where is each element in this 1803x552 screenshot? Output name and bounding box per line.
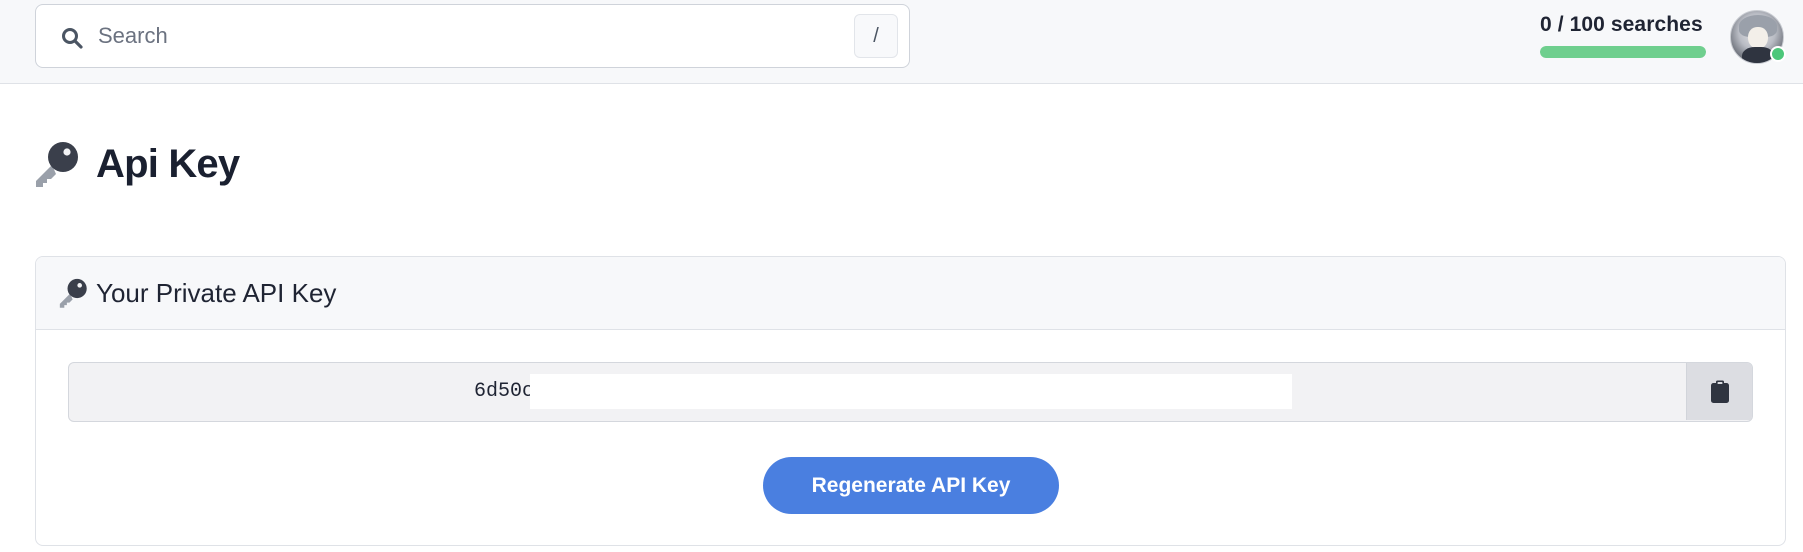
search-quota-bar xyxy=(1540,46,1706,58)
online-status-indicator xyxy=(1770,46,1786,62)
top-bar: / 0 / 100 searches xyxy=(0,0,1803,84)
search-input[interactable] xyxy=(98,15,878,57)
api-key-redaction xyxy=(530,374,1292,409)
page-title: Api Key xyxy=(96,141,240,186)
api-key-card: Your Private API Key 6d50c Regenerate AP… xyxy=(35,256,1786,546)
search-box[interactable]: / xyxy=(35,4,910,68)
search-quota-bar-fill xyxy=(1540,46,1706,58)
search-icon xyxy=(62,28,83,49)
page-header: Api Key xyxy=(30,136,240,192)
clipboard-icon xyxy=(1710,380,1729,403)
key-icon xyxy=(59,278,87,308)
regenerate-api-key-button[interactable]: Regenerate API Key xyxy=(763,457,1059,514)
search-shortcut-hint: / xyxy=(854,14,898,58)
avatar-face xyxy=(1748,27,1768,49)
card-header: Your Private API Key xyxy=(36,257,1785,330)
search-quota-text: 0 / 100 searches xyxy=(1540,13,1703,36)
key-icon xyxy=(36,142,78,187)
api-key-field[interactable]: 6d50c xyxy=(68,362,1753,422)
card-title: Your Private API Key xyxy=(96,277,337,308)
copy-api-key-button[interactable] xyxy=(1686,363,1752,420)
search-quota: 0 / 100 searches xyxy=(1540,13,1710,58)
